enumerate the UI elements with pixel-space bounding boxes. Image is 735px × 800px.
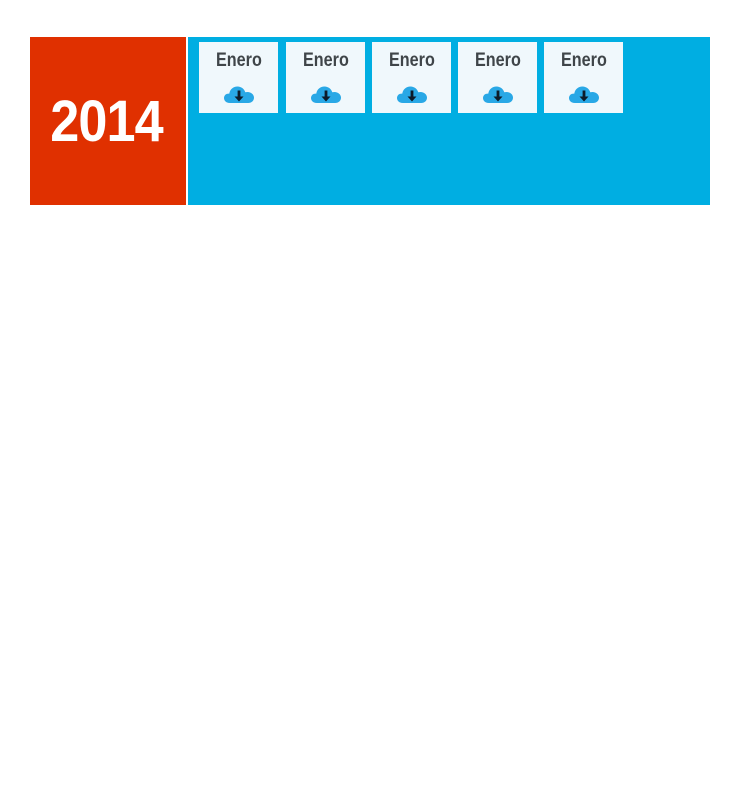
months-panel: Enero Enero Enero Enero Enero	[188, 37, 710, 205]
month-label: Enero	[215, 50, 262, 71]
cloud-download-icon[interactable]	[568, 83, 600, 105]
year-row: 2014 Enero Enero Enero Enero Enero	[30, 37, 710, 205]
month-download-card[interactable]: Enero	[544, 42, 623, 113]
month-download-card[interactable]: Enero	[199, 42, 278, 113]
cloud-download-icon[interactable]	[310, 83, 342, 105]
cloud-download-icon[interactable]	[482, 83, 514, 105]
year-block: 2014	[30, 37, 186, 205]
month-label: Enero	[388, 50, 435, 71]
month-download-card[interactable]: Enero	[458, 42, 537, 113]
month-label: Enero	[302, 50, 349, 71]
month-download-card[interactable]: Enero	[286, 42, 365, 113]
month-label: Enero	[474, 50, 521, 71]
year-label: 2014	[50, 88, 164, 154]
cloud-download-icon[interactable]	[223, 83, 255, 105]
month-label: Enero	[560, 50, 607, 71]
cloud-download-icon[interactable]	[396, 83, 428, 105]
month-download-card[interactable]: Enero	[372, 42, 451, 113]
